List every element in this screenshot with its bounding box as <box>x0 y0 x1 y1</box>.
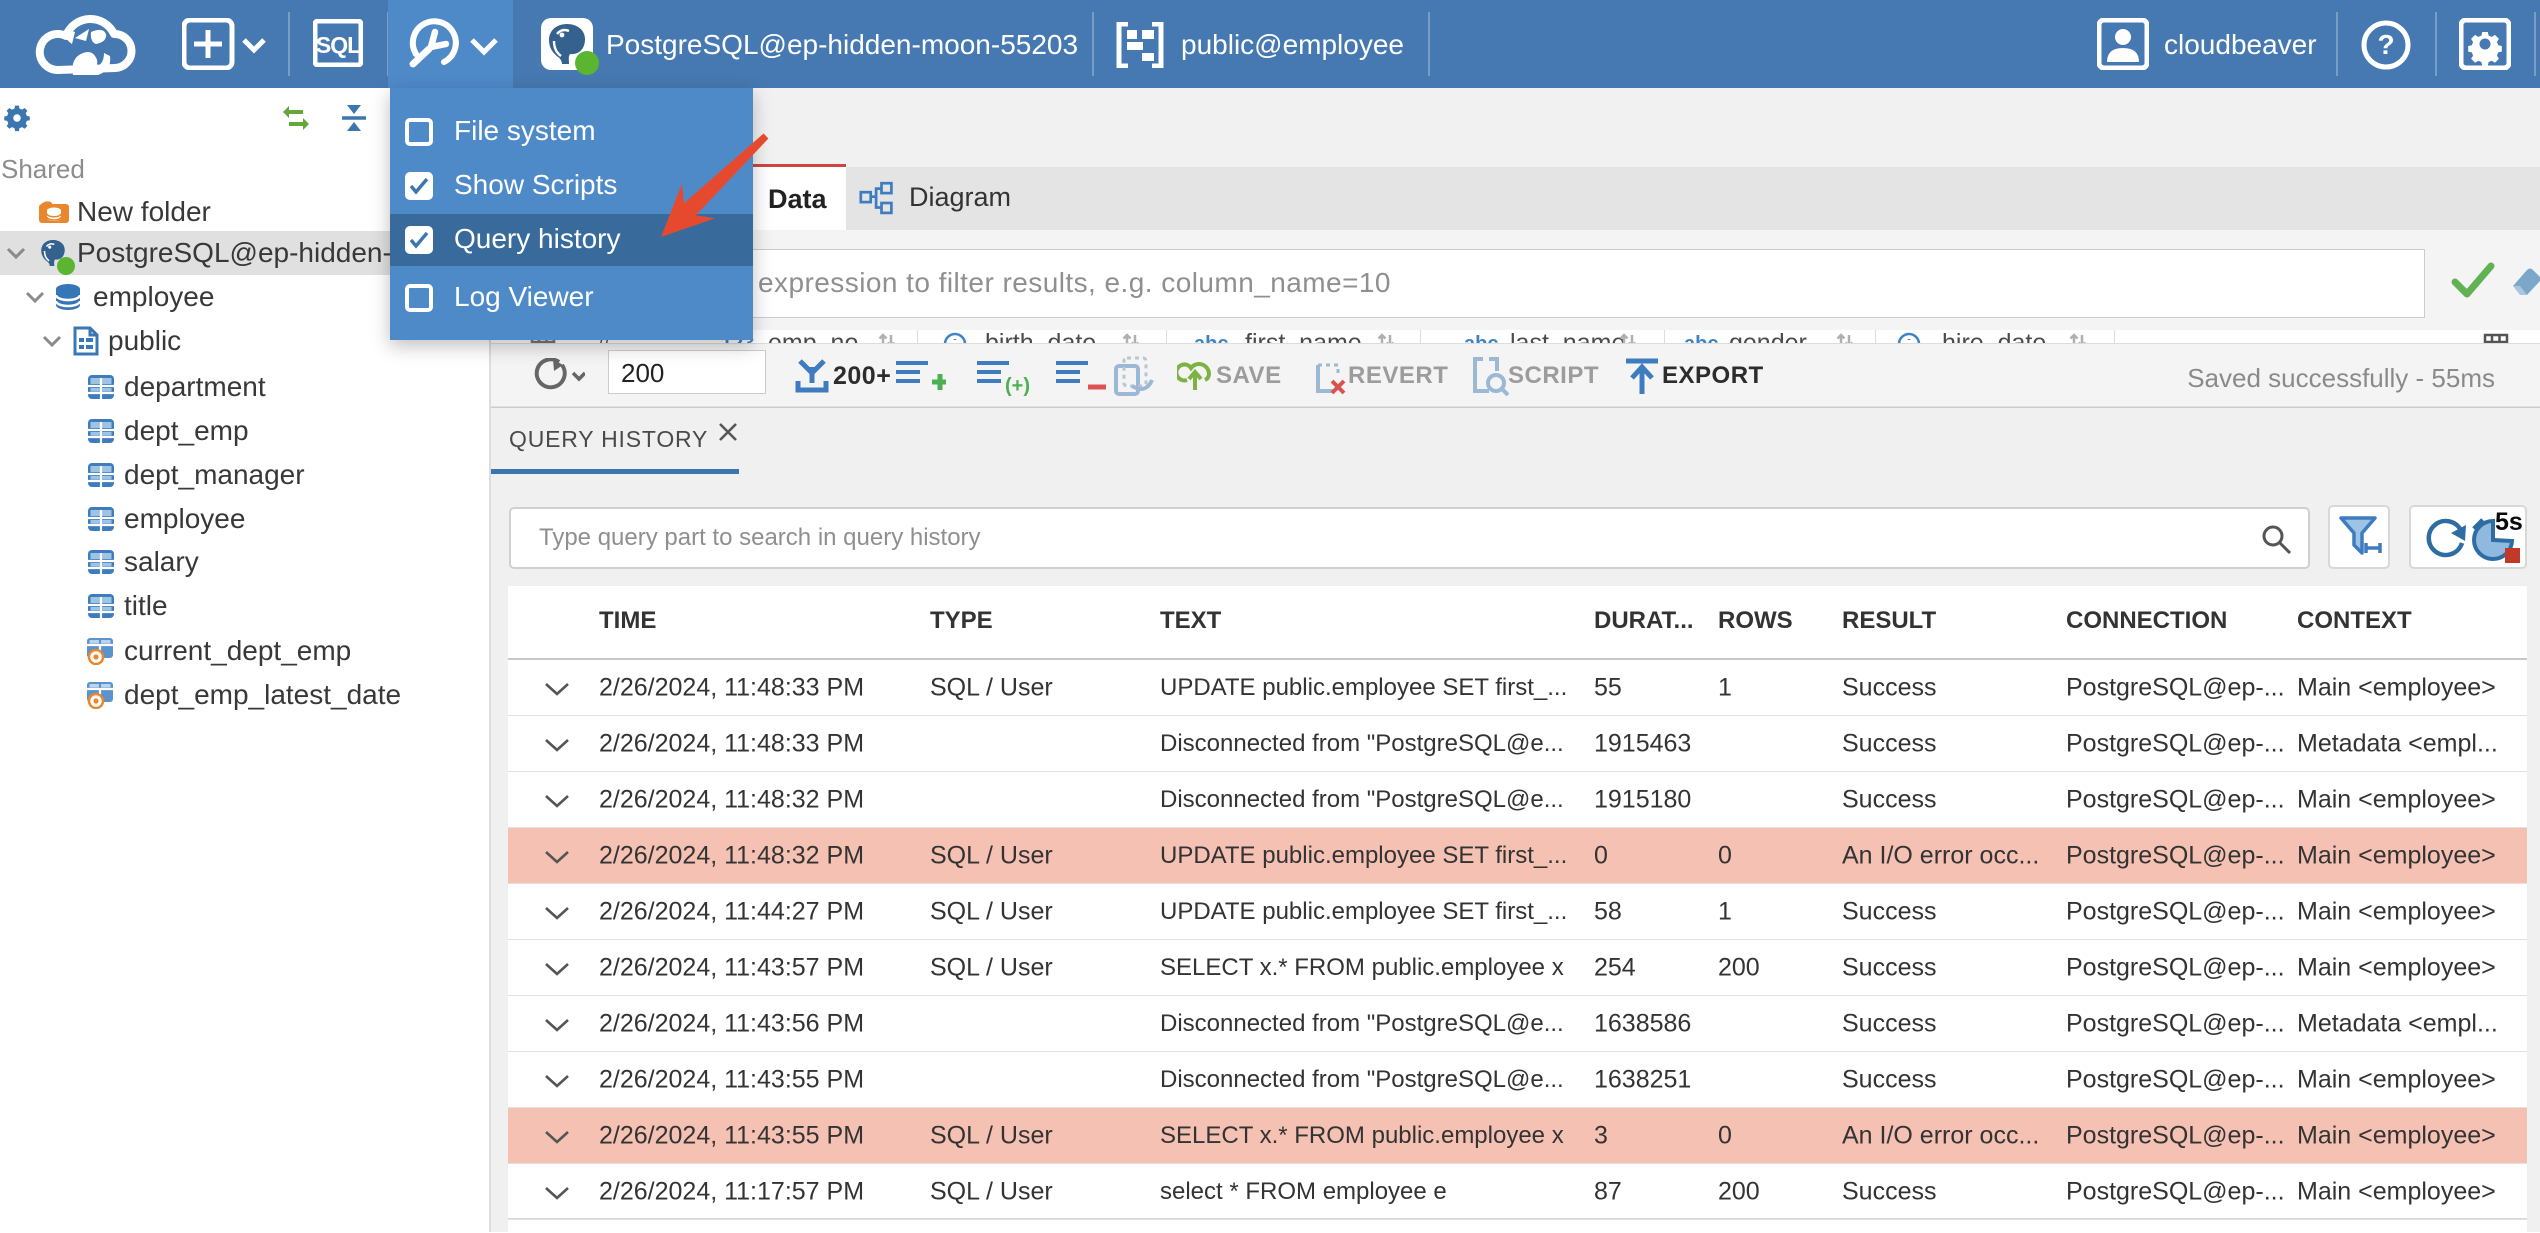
svg-text:SQL: SQL <box>316 32 361 58</box>
svg-text:(+): (+) <box>1005 375 1030 396</box>
svg-text:?: ? <box>2377 29 2394 60</box>
